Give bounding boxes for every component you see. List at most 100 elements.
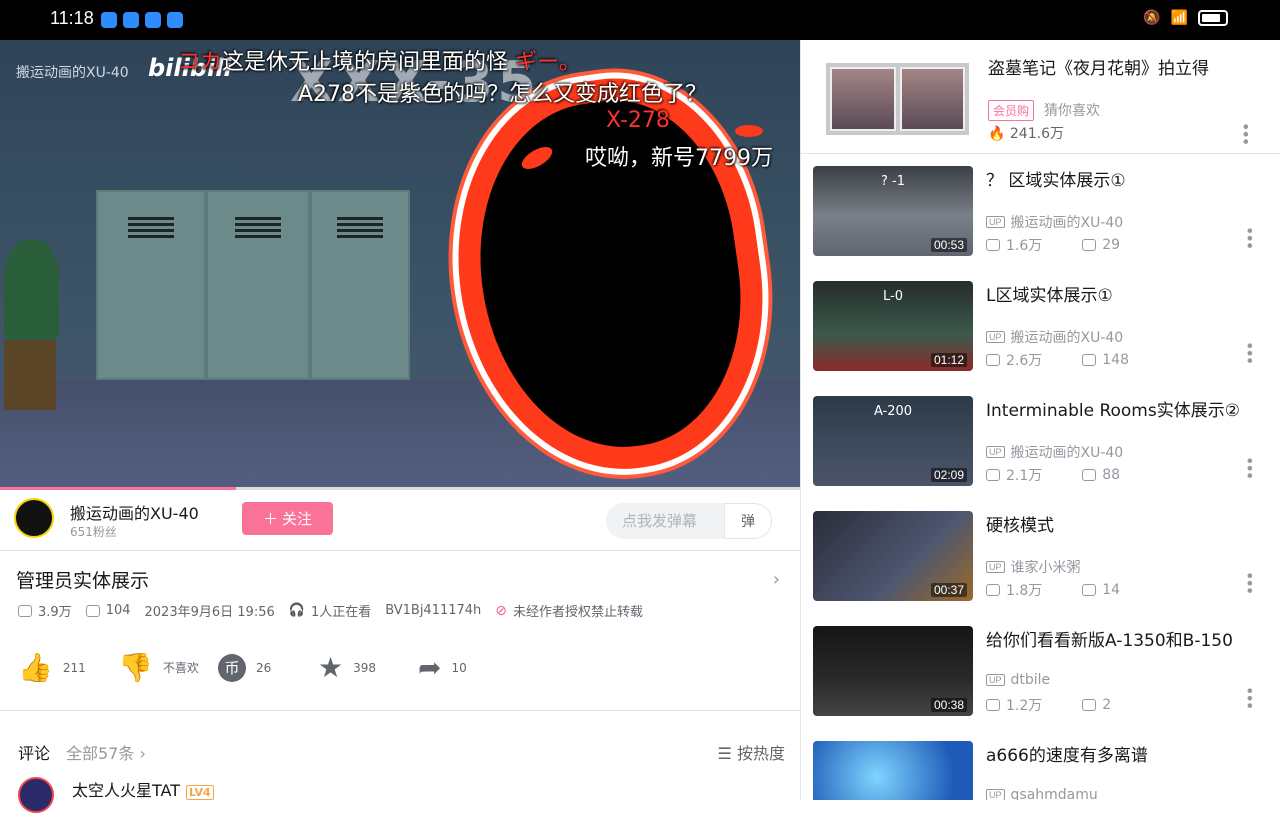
chevron-right-icon[interactable]: ›: [773, 569, 780, 590]
danmaku-count-icon: [1082, 584, 1097, 596]
video-uploader[interactable]: UP 搬运动画的XU-40: [986, 442, 1123, 462]
video-title[interactable]: L区域实体展示①: [986, 281, 1256, 306]
share-arrow-icon: ➦: [418, 651, 442, 684]
comments-label: 评论: [18, 744, 51, 763]
coin-button[interactable]: 币 26: [218, 653, 318, 682]
like-count: 211: [62, 660, 86, 675]
up-icon: UP: [986, 674, 1005, 686]
danmaku-count-icon: [85, 604, 100, 617]
video-watermark: 搬运动画的XU-40: [16, 65, 129, 81]
video-stats: 1.2万 2: [986, 695, 1111, 715]
video-title[interactable]: 给你们看看新版A-1350和B-150: [986, 626, 1256, 651]
danmaku-input[interactable]: 点我发弹幕: [606, 503, 724, 539]
play-count-icon: [986, 699, 1000, 711]
flame-icon: 🔥: [988, 126, 1006, 142]
sort-icon: ☰: [717, 744, 732, 763]
dislike-button[interactable]: 👎 不喜欢: [118, 651, 218, 684]
uploader-name[interactable]: 搬运动画的XU-40: [70, 500, 199, 524]
video-player[interactable]: XXX-35 搬运动画的XU-40 bilibili コカ这是休无止境的房间里面…: [0, 40, 800, 490]
recommended-video-card[interactable]: A-200 02:09 Interminable Rooms实体展示② UP 搬运…: [801, 384, 1280, 499]
video-duration: 00:38: [930, 698, 967, 712]
more-options-icon[interactable]: •••: [1236, 122, 1255, 144]
watching-count: 1人正在看: [310, 605, 372, 620]
video-title[interactable]: 硬核模式: [986, 511, 1256, 536]
video-stats: 2.6万 148: [986, 350, 1129, 370]
comments-sort-button[interactable]: ☰ 按热度: [718, 740, 785, 764]
comment-username[interactable]: 太空人火星TAT LV4: [72, 777, 214, 801]
action-bar: 👍 211 👎 不喜欢 币 26 ★ 398 ➦ 10: [18, 651, 518, 684]
comment-avatar[interactable]: [18, 777, 54, 813]
danmaku-count-icon: [1082, 469, 1097, 481]
thumbnail-overlay-text: L-0: [883, 289, 903, 304]
video-thumbnail[interactable]: L-0 01:12: [813, 281, 973, 371]
baidu-icon: [145, 12, 161, 28]
like-button[interactable]: 👍 211: [18, 651, 118, 684]
play-count-icon: [986, 584, 1000, 596]
video-thumbnail[interactable]: [813, 741, 973, 800]
more-options-icon[interactable]: •••: [1240, 456, 1259, 478]
recommended-video-card[interactable]: L-0 01:12 L区域实体展示① UP 搬运动画的XU-40 2.6万 148…: [801, 269, 1280, 384]
view-count: 1.2万: [1006, 698, 1043, 714]
video-title[interactable]: 管理员实体展示: [16, 566, 149, 593]
danmaku-count: 29: [1102, 237, 1121, 253]
thumbs-up-icon: 👍: [18, 651, 53, 684]
recommended-video-card[interactable]: a666的速度有多离谱 UPgsahmdamu •••: [801, 729, 1280, 800]
video-title[interactable]: a666的速度有多离谱: [986, 741, 1256, 766]
video-title[interactable]: ？ 区域实体展示①: [986, 166, 1256, 191]
video-duration: 00:53: [930, 238, 967, 252]
video-thumbnail[interactable]: A-200 02:09: [813, 396, 973, 486]
share-button[interactable]: ➦ 10: [418, 651, 518, 684]
view-count: 2.6万: [1006, 353, 1043, 369]
headphones-icon: 🎧: [288, 603, 305, 618]
danmaku-count: 148: [1102, 352, 1129, 368]
video-uploader[interactable]: UP 搬运动画的XU-40: [986, 212, 1123, 232]
star-icon: ★: [318, 651, 344, 684]
video-info: 管理员实体展示 › 3.9万 104 2023年9月6日 19:56 🎧 1人正在…: [0, 550, 800, 710]
play-count-icon: [986, 239, 1000, 251]
copyright-notice: 未经作者授权禁止转载: [513, 605, 644, 620]
more-options-icon[interactable]: •••: [1240, 571, 1259, 593]
video-thumbnail[interactable]: 00:37: [813, 511, 973, 601]
comments-all-link[interactable]: 全部57条 ›: [66, 740, 146, 764]
user-level-badge: LV4: [186, 785, 214, 800]
recommended-video-card[interactable]: ? -1 00:53 ？ 区域实体展示① UP 搬运动画的XU-40 1.6万 2…: [801, 154, 1280, 269]
wifi-icon: 📶: [1170, 10, 1188, 26]
recommended-video-card[interactable]: 00:38 给你们看看新版A-1350和B-150 UP dtbile 1.2万 …: [801, 614, 1280, 729]
recommended-video-card[interactable]: 00:37 硬核模式 UP 谁家小米粥 1.8万 14 •••: [801, 499, 1280, 614]
plus-icon: ＋: [262, 510, 278, 528]
more-options-icon[interactable]: •••: [1240, 226, 1259, 248]
play-count-icon: [986, 354, 1000, 366]
favorite-button[interactable]: ★ 398: [318, 651, 418, 684]
follow-button[interactable]: ＋ 关注: [242, 502, 333, 535]
danmaku-count: 14: [1102, 582, 1121, 598]
view-count: 1.6万: [1006, 238, 1043, 254]
video-locker: [96, 190, 206, 380]
video-locker: [310, 190, 410, 380]
video-thumbnail[interactable]: 00:38: [813, 626, 973, 716]
thumbnail-overlay-text: ? -1: [881, 174, 905, 189]
ad-card[interactable]: 盗墓笔记《夜月花朝》拍立得 会员购 猜你喜欢 🔥 241.6万 •••: [801, 40, 1280, 154]
follow-label: 关注: [282, 510, 313, 528]
recommendation-sidebar[interactable]: 盗墓笔记《夜月花朝》拍立得 会员购 猜你喜欢 🔥 241.6万 ••• ? -1…: [800, 40, 1280, 800]
notification-icons: [101, 12, 183, 28]
video-uploader[interactable]: UP 搬运动画的XU-40: [986, 327, 1123, 347]
video-uploader[interactable]: UP dtbile: [986, 672, 1050, 688]
uploader-avatar[interactable]: [14, 498, 54, 538]
video-title[interactable]: Interminable Rooms实体展示②: [986, 396, 1256, 421]
dislike-label: 不喜欢: [162, 661, 199, 675]
video-uploader[interactable]: UP 谁家小米粥: [986, 557, 1081, 577]
ad-heat: 🔥 241.6万: [988, 126, 1064, 142]
up-icon: UP: [986, 216, 1005, 228]
ad-sub: 猜你喜欢: [1044, 103, 1100, 119]
more-options-icon[interactable]: •••: [1240, 341, 1259, 363]
danmaku-count-icon: [1082, 699, 1097, 711]
status-bar: 11:18 🔕 📶: [0, 0, 1280, 40]
more-options-icon[interactable]: •••: [1240, 686, 1259, 708]
coin-count: 26: [256, 660, 272, 675]
coin-icon: 币: [218, 653, 246, 682]
bvid: BV1Bj411174h: [385, 603, 482, 618]
video-thumbnail[interactable]: ? -1 00:53: [813, 166, 973, 256]
ad-thumbnail: [826, 63, 969, 135]
danmaku-toggle-button[interactable]: 弹: [724, 503, 772, 539]
video-uploader[interactable]: UP gsahmdamu: [986, 787, 1098, 800]
